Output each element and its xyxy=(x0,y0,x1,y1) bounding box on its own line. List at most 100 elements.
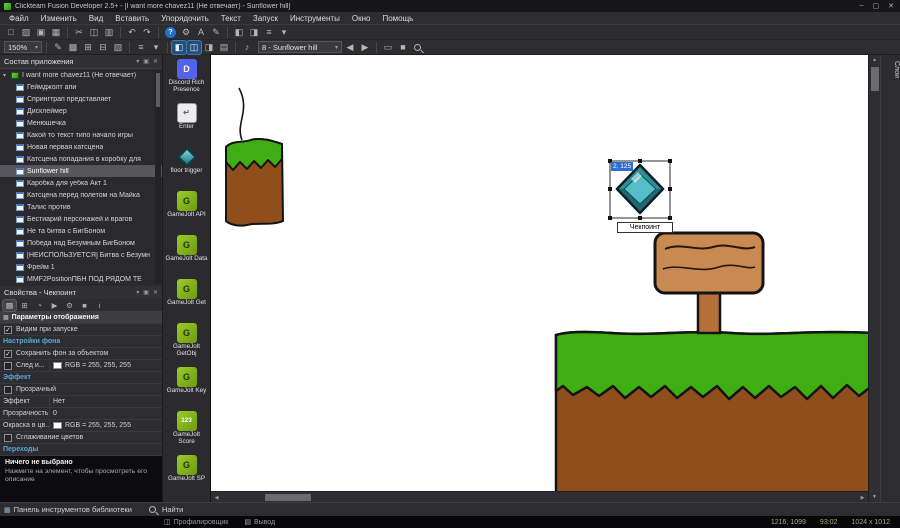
tree-item[interactable]: Не та битва с БигБоном xyxy=(0,225,162,237)
library-item[interactable]: G GameJolt Key xyxy=(163,365,210,409)
help-button[interactable]: ? xyxy=(165,26,176,38)
menu-file[interactable]: Файл xyxy=(3,14,35,23)
tree-item[interactable]: Фрейм 1 xyxy=(0,261,162,273)
checkbox-unchecked[interactable] xyxy=(4,361,12,370)
library-item[interactable]: G GameJolt Data xyxy=(163,233,210,277)
tree-item[interactable]: Менюшечка xyxy=(0,117,162,129)
menu-text[interactable]: Текст xyxy=(215,14,247,23)
list-view-button[interactable]: ≡ xyxy=(262,26,276,39)
view-right-button[interactable]: ◨ xyxy=(247,26,261,39)
tree-item[interactable]: Новая первая катсцена xyxy=(0,141,162,153)
edit-tool-button[interactable]: ✎ xyxy=(209,26,223,39)
library-item[interactable]: 123 GameJolt Score xyxy=(163,409,210,453)
property-row[interactable]: ✓ Сохранить фон за объектом xyxy=(0,348,162,360)
grid-snap-button[interactable]: ⊟ xyxy=(96,41,110,54)
save-all-button[interactable]: ▦ xyxy=(49,26,63,39)
save-button[interactable]: ▣ xyxy=(34,26,48,39)
runtime-tab[interactable]: ▶ xyxy=(48,300,61,311)
tree-item[interactable]: [НЕИСПОЛЬЗУЕТСЯ] Битва с Безумн xyxy=(0,249,162,261)
tree-item-sunflower-hill[interactable]: Sunflower hill xyxy=(0,165,162,177)
align-button[interactable]: ≡ xyxy=(134,41,148,54)
grid-toggle-button[interactable]: ⊞ xyxy=(81,41,95,54)
menu-insert[interactable]: Вставить xyxy=(109,14,155,23)
library-item[interactable]: G GameJolt GetObj xyxy=(163,321,210,365)
redo-button[interactable]: ↷ xyxy=(140,26,154,39)
sign-sprite[interactable] xyxy=(653,231,765,335)
menu-edit[interactable]: Изменить xyxy=(35,14,83,23)
view-left-button[interactable]: ◧ xyxy=(232,26,246,39)
previous-frame-button[interactable]: ◀ xyxy=(343,41,357,54)
menu-arrange[interactable]: Упорядочить xyxy=(155,14,215,23)
about-tab[interactable]: i xyxy=(93,300,106,311)
menu-help[interactable]: Помощь xyxy=(376,14,419,23)
color-swatch[interactable] xyxy=(53,362,62,369)
platform-main-sprite[interactable] xyxy=(554,330,868,491)
object-tool-button[interactable]: ■ xyxy=(396,41,410,54)
horizontal-scroll-thumb[interactable] xyxy=(265,494,311,501)
checkpoint-sprite[interactable] xyxy=(615,163,665,215)
checkbox-checked[interactable]: ✓ xyxy=(4,325,12,334)
close-panel-icon[interactable]: ✕ xyxy=(153,58,158,65)
tree-item[interactable]: Каробка для уебка Акт 1 xyxy=(0,177,162,189)
menu-window[interactable]: Окно xyxy=(346,14,377,23)
property-row[interactable]: След и... RGB = 255, 255, 255 xyxy=(0,360,162,372)
sound-button[interactable]: ♪ xyxy=(240,41,254,54)
fill-button[interactable]: ▩ xyxy=(66,41,80,54)
library-item[interactable]: G GameJolt API xyxy=(163,189,210,233)
property-section-link[interactable]: Эффект xyxy=(0,372,162,384)
layout-left-button[interactable]: ◧ xyxy=(171,39,187,55)
pin-icon[interactable]: ▣ xyxy=(143,289,149,296)
tree-item-application[interactable]: ▾ I want more chavez11 (Не отвечает) xyxy=(0,69,162,81)
scroll-up-icon[interactable]: ▲ xyxy=(869,55,880,65)
menu-run[interactable]: Запуск xyxy=(247,14,284,23)
canvas-horizontal-scrollbar[interactable]: ◀ ▶ xyxy=(211,491,868,502)
property-row[interactable]: Сглаживание цветов xyxy=(0,432,162,444)
checkbox-unchecked[interactable] xyxy=(4,433,12,442)
layout-split-button[interactable]: ◫ xyxy=(186,39,202,55)
tree-item[interactable]: Геймджолт апи xyxy=(0,81,162,93)
property-section-link[interactable]: Настройки фона xyxy=(0,336,162,348)
more-dropdown-button[interactable]: ▾ xyxy=(277,26,291,39)
cut-button[interactable]: ✂ xyxy=(72,26,86,39)
library-toolbar-tab[interactable]: ▦ Панель инструментов библиотеки xyxy=(4,505,132,514)
tree-item[interactable]: Победа над Безумным БигБоном xyxy=(0,237,162,249)
tree-item[interactable]: MMF2PositionПБН ПОД РЯДОМ ТЕ xyxy=(0,273,162,285)
property-row[interactable]: ✓ Видим при запуске xyxy=(0,324,162,336)
paste-button[interactable]: ▥ xyxy=(102,26,116,39)
expand-arrow-icon[interactable]: ▾ xyxy=(3,72,11,79)
frame-selector-value[interactable]: 8 - Sunflower hill xyxy=(262,43,317,52)
text-tool-button[interactable]: A xyxy=(194,26,208,39)
zoom-tool-icon[interactable] xyxy=(414,43,421,51)
library-item[interactable]: floor trigger xyxy=(163,145,210,189)
tree-item[interactable]: Катсцена попадания в коробку для xyxy=(0,153,162,165)
values-tab[interactable]: ⚙ xyxy=(63,300,76,311)
library-item[interactable]: D Discord Rich Presence xyxy=(163,57,210,101)
select-tool-button[interactable]: ▭ xyxy=(381,41,395,54)
tree-item[interactable]: Катсцена перед полетом на Майка xyxy=(0,189,162,201)
new-button[interactable]: □ xyxy=(4,26,18,39)
settings-button[interactable]: ⚙ xyxy=(179,26,193,39)
events-tab[interactable]: ■ xyxy=(78,300,91,311)
chevron-down-icon[interactable]: ▾ xyxy=(335,44,338,51)
property-row[interactable]: Прозрачный xyxy=(0,384,162,396)
open-button[interactable]: ▨ xyxy=(19,26,33,39)
library-item[interactable]: ↵ Enter xyxy=(163,101,210,145)
platform-left-sprite[interactable] xyxy=(225,137,285,227)
menu-tools[interactable]: Инструменты xyxy=(284,14,346,23)
close-button[interactable]: ✕ xyxy=(888,2,894,10)
find-tab[interactable]: Найти xyxy=(146,505,183,514)
paint-button[interactable]: ✎ xyxy=(51,41,65,54)
canvas-vertical-scrollbar[interactable]: ▲ ▼ xyxy=(868,55,880,502)
layout-rows-button[interactable]: ▤ xyxy=(217,41,231,54)
tree-item[interactable]: Дисклеймер xyxy=(0,105,162,117)
minimize-button[interactable]: – xyxy=(860,2,864,10)
property-row[interactable]: Эффект Нет xyxy=(0,396,162,408)
frame-selector[interactable]: 8 - Sunflower hill ▾ xyxy=(258,41,342,53)
string-sprite[interactable] xyxy=(238,87,245,141)
pin-icon[interactable]: ▣ xyxy=(143,58,149,65)
property-row[interactable]: Окраска в цв... RGB = 255, 255, 255 xyxy=(0,420,162,432)
size-tab[interactable]: ⊞ xyxy=(18,300,31,311)
menu-view[interactable]: Вид xyxy=(83,14,109,23)
zoom-control[interactable]: 150% ▾ xyxy=(4,41,42,53)
next-frame-button[interactable]: ▶ xyxy=(358,41,372,54)
